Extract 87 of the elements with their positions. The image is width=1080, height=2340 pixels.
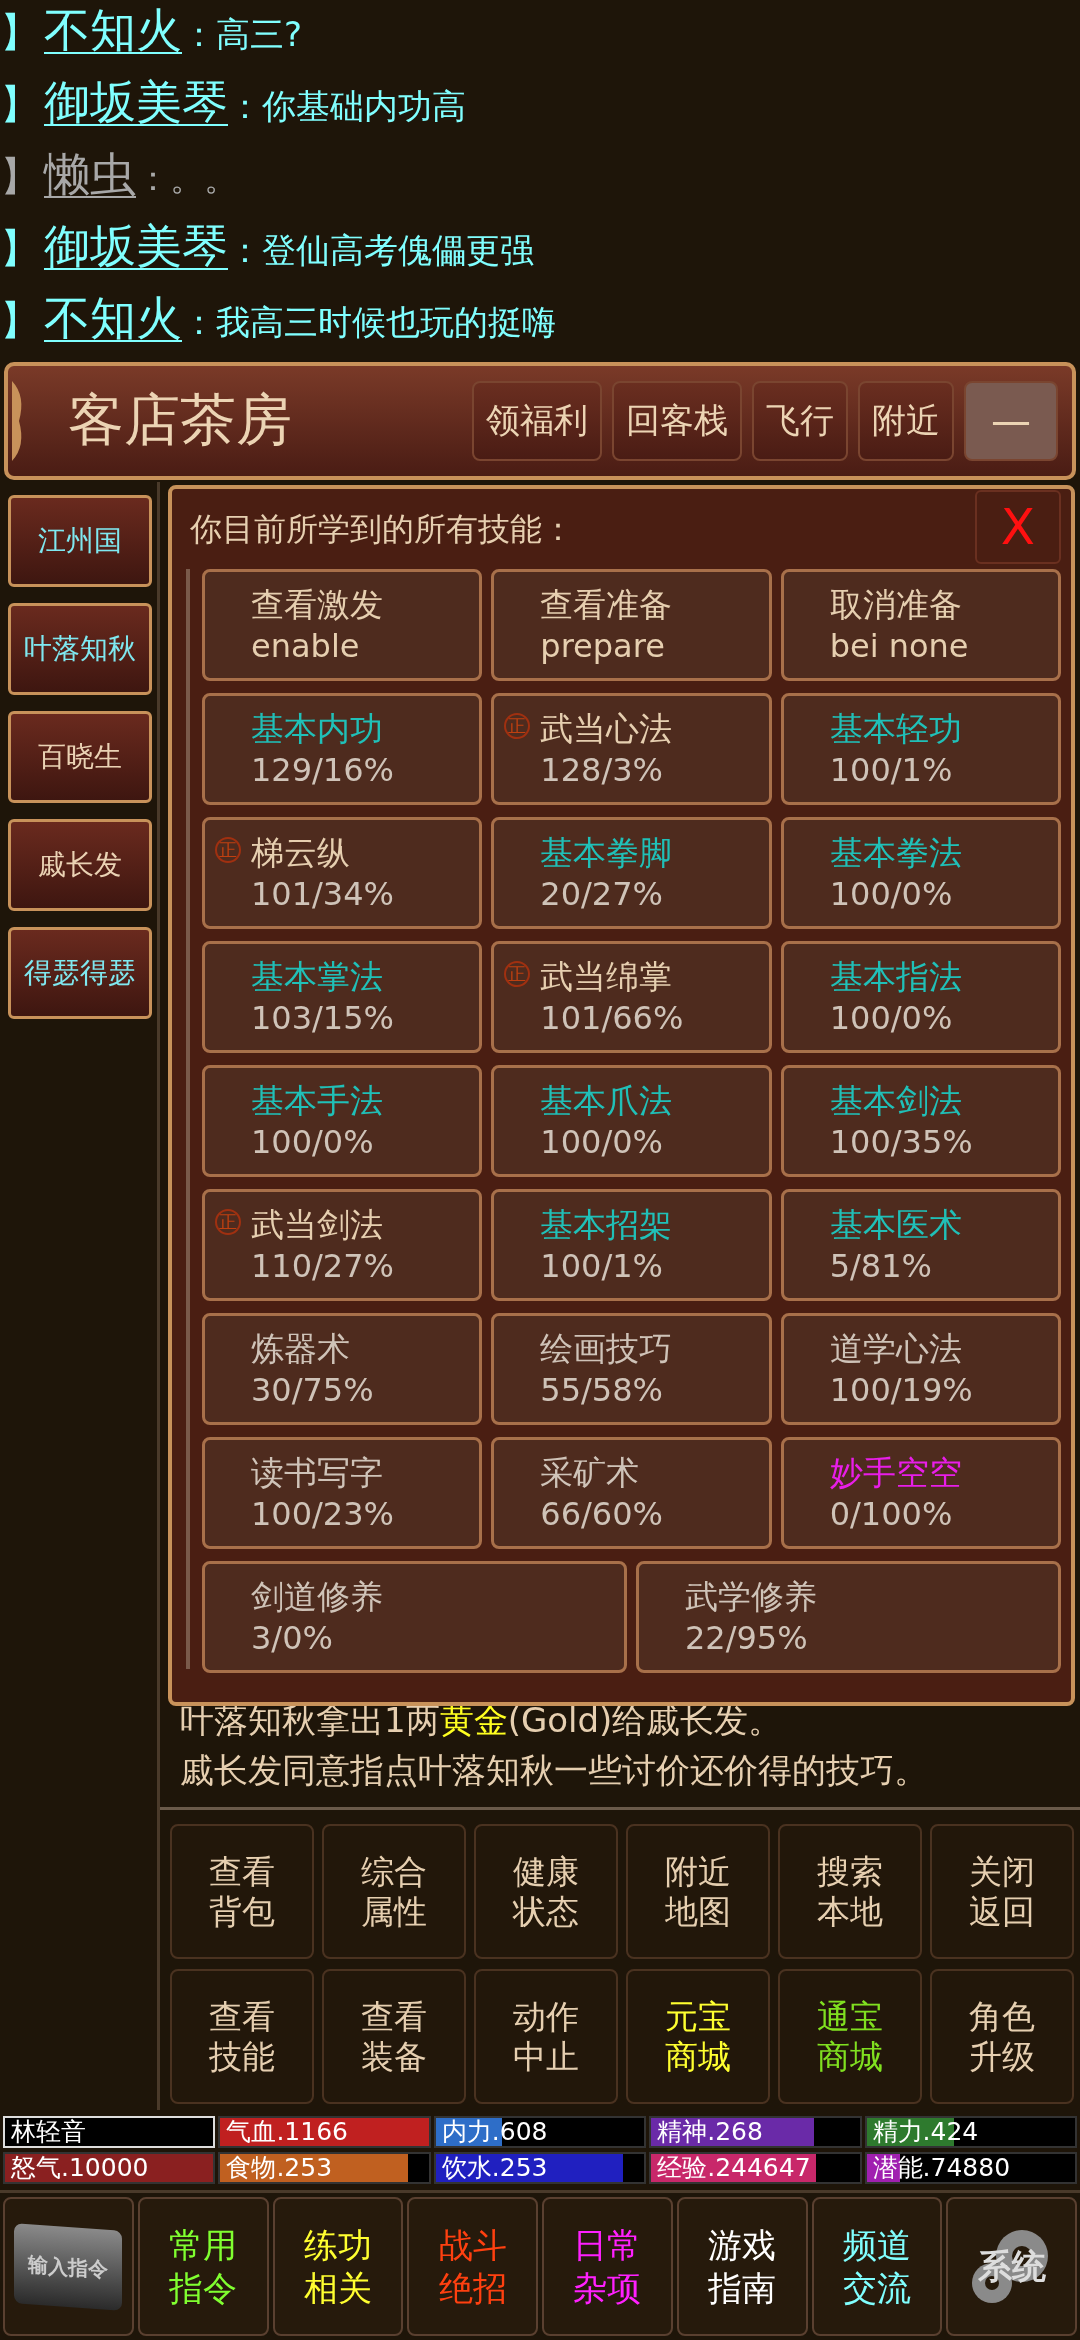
action-button[interactable]: 角色升级 <box>930 1969 1074 2104</box>
player-name: 林轻音 <box>10 2118 86 2146</box>
log-message: 戚长发同意指点叶落知秋一些讨价还价得的技巧。 <box>180 1749 929 1792</box>
skill-button[interactable]: 采矿术 66/60% <box>491 1437 772 1549</box>
bracket-mark: 】 <box>0 8 40 57</box>
skill-button[interactable]: 正 武当剑法 110/27% <box>202 1189 483 1301</box>
skill-button[interactable]: 基本内功 129/16% <box>202 693 483 805</box>
skill-button[interactable]: 基本轻功 100/1% <box>780 693 1061 805</box>
skill-button[interactable]: 炼器术 30/75% <box>202 1313 483 1425</box>
skill-button[interactable]: 读书写字 100/23% <box>202 1437 483 1549</box>
bracket-mark: 】 <box>0 224 40 273</box>
stat-label: 气血.1166 <box>225 2118 348 2146</box>
menu-button[interactable]: 日常杂项 <box>542 2197 673 2336</box>
skill-button[interactable]: 基本爪法 100/0% <box>491 1065 772 1177</box>
menu-button[interactable]: 常用指令 <box>137 2197 269 2336</box>
skill-button[interactable]: 妙手空空 0/100% <box>780 1437 1061 1549</box>
input-label: 输入指令 <box>14 2222 123 2311</box>
skill-button[interactable]: 道学心法 100/19% <box>780 1313 1061 1425</box>
stat-label: 食物.253 <box>225 2154 333 2182</box>
skill-button[interactable]: 基本指法 100/0% <box>780 941 1061 1053</box>
action-button[interactable]: 元宝商城 <box>626 1969 770 2104</box>
prepared-badge: 正 <box>504 713 531 739</box>
stat-label: 饮水.253 <box>440 2154 548 2182</box>
player-name-link[interactable]: 不知火 <box>44 288 182 350</box>
player-name-link[interactable]: 不知火 <box>44 0 182 62</box>
action-button[interactable]: 关闭返回 <box>930 1824 1074 1959</box>
npc-button[interactable]: 戚长发 <box>8 819 152 911</box>
command-button[interactable]: 取消准备 bei none <box>780 569 1061 681</box>
stat-label: 怒气.10000 <box>10 2154 149 2182</box>
dialog-title: 你目前所学到的所有技能： <box>189 509 575 550</box>
chat-message: ：。。 <box>136 157 238 200</box>
menu-button[interactable]: 战斗绝招 <box>407 2197 538 2336</box>
prepared-badge: 正 <box>215 1209 241 1235</box>
skill-button[interactable]: 武学修养 22/95% <box>636 1561 1061 1673</box>
npc-button[interactable]: 叶落知秋 <box>8 603 152 695</box>
action-button[interactable]: 动作中止 <box>474 1969 618 2104</box>
skill-button[interactable]: 基本剑法 100/35% <box>780 1065 1061 1177</box>
log-message: 叶落知秋拿出1两黄金(Gold)给戚长发。 <box>180 1699 784 1742</box>
action-button[interactable]: 健康状态 <box>474 1824 618 1959</box>
header-button[interactable]: 领福利 <box>472 381 602 461</box>
menu-button[interactable]: 游戏指南 <box>676 2197 808 2336</box>
command-button[interactable]: 查看准备 prepare <box>491 569 772 681</box>
action-button[interactable]: 搜索本地 <box>778 1824 922 1959</box>
bracket-mark: 】 <box>0 152 40 201</box>
chat-message: ：登仙高考傀儡更强 <box>228 229 534 272</box>
header-button[interactable]: 回客栈 <box>612 381 742 461</box>
skill-button[interactable]: 基本手法 100/0% <box>202 1065 483 1177</box>
skill-button[interactable]: 正 武当心法 128/3% <box>491 693 772 805</box>
player-name-link[interactable]: 懒虫 <box>44 144 136 206</box>
chat-message: ：我高三时候也玩的挺嗨 <box>182 301 556 344</box>
header-button[interactable]: 附近 <box>858 381 954 461</box>
header-button[interactable]: 飞行 <box>752 381 848 461</box>
command-button[interactable]: 查看激发 enable <box>202 569 483 681</box>
skill-button[interactable]: 基本拳法 100/0% <box>780 817 1061 929</box>
prepared-badge: 正 <box>215 837 241 863</box>
bracket-mark: 】 <box>0 296 40 345</box>
room-title: 客店茶房 <box>67 386 293 454</box>
action-button[interactable]: 通宝商城 <box>778 1969 922 2104</box>
menu-button[interactable]: 频道交流 <box>811 2197 943 2336</box>
skill-button[interactable]: 剑道修养 3/0% <box>202 1561 627 1673</box>
skill-button[interactable]: 基本掌法 103/15% <box>202 941 483 1053</box>
npc-button[interactable]: 得瑟得瑟 <box>8 927 152 1019</box>
action-button[interactable]: 查看背包 <box>170 1824 314 1959</box>
npc-button[interactable]: 百晓生 <box>8 711 152 803</box>
skill-button[interactable]: 正 武当绵掌 101/66% <box>491 941 772 1053</box>
command-input-button[interactable]: 输入指令 <box>3 2197 134 2336</box>
player-name-link[interactable]: 御坂美琴 <box>44 216 228 278</box>
skill-button[interactable]: 绘画技巧 55/58% <box>491 1313 772 1425</box>
prepared-badge: 正 <box>504 961 531 987</box>
action-button[interactable]: 查看装备 <box>322 1969 466 2104</box>
close-button[interactable]: X <box>975 490 1061 564</box>
chat-message: ：你基础内功高 <box>228 85 466 128</box>
stat-label: 经验.244647 <box>656 2154 811 2182</box>
minimize-button[interactable]: — <box>964 381 1058 461</box>
action-button[interactable]: 附近地图 <box>626 1824 770 1959</box>
skill-button[interactable]: 基本拳脚 20/27% <box>491 817 772 929</box>
player-name-link[interactable]: 御坂美琴 <box>44 72 228 134</box>
skill-button[interactable]: 正 梯云纵 101/34% <box>202 817 483 929</box>
menu-button[interactable]: 练功相关 <box>272 2197 404 2336</box>
action-button[interactable]: 综合属性 <box>322 1824 466 1959</box>
npc-button[interactable]: 江州国 <box>8 495 152 587</box>
stat-label: 精神.268 <box>656 2118 763 2146</box>
action-button[interactable]: 查看技能 <box>170 1969 314 2104</box>
chat-message: ：高三? <box>182 13 303 56</box>
skill-button[interactable]: 基本医术 5/81% <box>780 1189 1061 1301</box>
bracket-mark: 】 <box>0 80 40 129</box>
skill-button[interactable]: 基本招架 100/1% <box>491 1189 772 1301</box>
